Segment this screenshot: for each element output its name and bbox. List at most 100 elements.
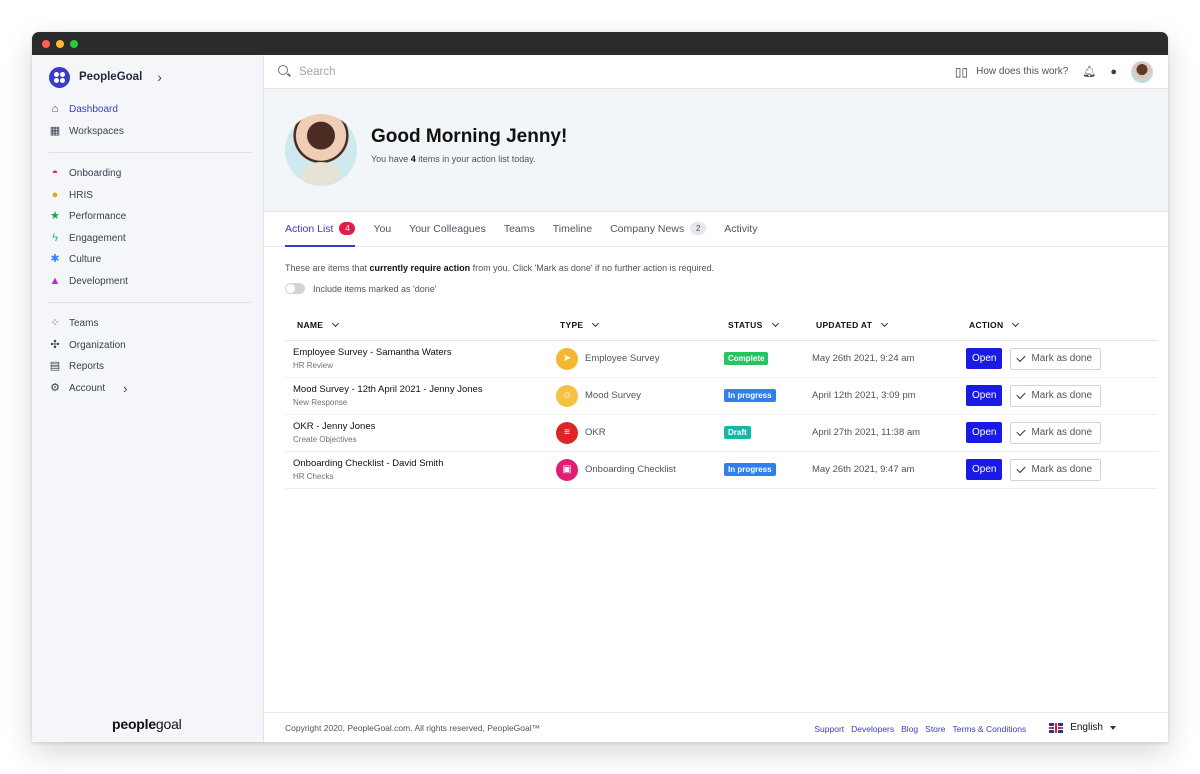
sidebar-item-label: Workspaces (69, 125, 124, 137)
mark-as-done-button[interactable]: Mark as done (1010, 421, 1102, 444)
mark-as-done-button[interactable]: Mark as done (1010, 347, 1102, 370)
open-button[interactable]: Open (966, 422, 1003, 443)
lightbulb-icon[interactable]: ● (1110, 66, 1117, 78)
open-button[interactable]: Open (966, 385, 1003, 406)
mark-as-done-button[interactable]: Mark as done (1010, 384, 1102, 407)
sidebar-item-label: Performance (69, 211, 127, 223)
chevron-down-icon (771, 319, 779, 327)
tab-timeline[interactable]: Timeline (553, 212, 592, 247)
open-button[interactable]: Open (966, 348, 1003, 369)
column-header-name[interactable]: NAME (285, 310, 550, 341)
check-icon (1016, 389, 1027, 399)
sidebar-item-hris[interactable]: ● HRIS (32, 185, 263, 207)
sidebar-item-account[interactable]: ⚙ Account › (32, 378, 263, 400)
item-title[interactable]: Employee Survey - Samantha Waters (293, 347, 550, 358)
browser-window: PeopleGoal › ⌂ Dashboard ▦ Workspaces ◓ … (32, 32, 1168, 742)
column-header-status[interactable]: STATUS (718, 310, 806, 341)
status-badge: In progress (724, 389, 776, 402)
chevron-down-icon (592, 319, 600, 327)
divider (49, 152, 251, 153)
list-icon: ≡ (556, 421, 578, 444)
status-cell: Complete (718, 340, 806, 378)
send-icon: ➤ (556, 347, 578, 370)
divider (49, 302, 251, 303)
updated-cell: May 26th 2021, 9:47 am (806, 451, 958, 489)
sidebar-item-culture[interactable]: ✱ Culture (32, 249, 263, 271)
item-title[interactable]: Mood Survey - 12th April 2021 - Jenny Jo… (293, 384, 550, 395)
action-list-table: NAME TYPE STATUS UPDATED AT ACTION Emplo… (285, 310, 1158, 489)
sidebar-item-organization[interactable]: ✣ Organization (32, 335, 263, 357)
count-badge: 2 (690, 222, 707, 235)
nav-group-admin: ⁘ Teams ✣ Organization ▤ Reports ⚙ Accou… (32, 313, 263, 399)
check-icon (1016, 352, 1027, 362)
table-row: Employee Survey - Samantha Waters HR Rev… (285, 340, 1158, 378)
footer-link-terms[interactable]: Terms & Conditions (952, 724, 1026, 734)
column-header-type[interactable]: TYPE (550, 310, 718, 341)
updated-at: May 26th 2021, 9:47 am (812, 464, 915, 475)
sidebar-item-label: Culture (69, 254, 102, 266)
include-done-toggle[interactable] (285, 283, 305, 294)
help-label: How does this work? (976, 66, 1069, 77)
sidebar-item-teams[interactable]: ⁘ Teams (32, 313, 263, 335)
brand-switcher[interactable]: PeopleGoal › (32, 55, 263, 99)
tab-teams[interactable]: Teams (504, 212, 535, 247)
updated-cell: May 26th 2021, 9:24 am (806, 340, 958, 378)
chevron-right-icon: › (123, 380, 128, 396)
footer-link-store[interactable]: Store (925, 724, 945, 734)
status-cell: Draft (718, 414, 806, 452)
tab-you[interactable]: You (373, 212, 391, 247)
sidebar-item-reports[interactable]: ▤ Reports (32, 356, 263, 378)
column-header-action[interactable]: ACTION (958, 310, 1158, 341)
count-badge: 4 (339, 222, 356, 235)
updated-cell: April 27th 2021, 11:38 am (806, 414, 958, 452)
open-button[interactable]: Open (966, 459, 1003, 480)
copyright-text: Copyright 2020, PeopleGoal.com. All righ… (285, 722, 541, 733)
mark-as-done-label: Mark as done (1031, 390, 1093, 401)
name-cell: Employee Survey - Samantha Waters HR Rev… (285, 340, 550, 378)
item-title[interactable]: OKR - Jenny Jones (293, 421, 550, 432)
sidebar-item-dashboard[interactable]: ⌂ Dashboard (32, 99, 263, 121)
type-cell: ➤ Employee Survey (550, 340, 718, 378)
tab-activity[interactable]: Activity (724, 212, 757, 247)
action-cell: Open Mark as done (958, 340, 1158, 378)
sidebar-item-performance[interactable]: ★ Performance (32, 206, 263, 228)
minimize-window-button[interactable] (56, 39, 64, 48)
sidebar-item-development[interactable]: ▲ Development (32, 271, 263, 293)
footer-link-support[interactable]: Support (814, 724, 844, 734)
close-window-button[interactable] (42, 39, 50, 48)
name-cell: OKR - Jenny Jones Create Objectives (285, 414, 550, 452)
action-list-panel: These are items that currently require a… (264, 247, 1168, 489)
name-cell: Mood Survey - 12th April 2021 - Jenny Jo… (285, 377, 550, 415)
sidebar-item-engagement[interactable]: ϟ Engagement (32, 228, 263, 250)
mark-as-done-label: Mark as done (1031, 427, 1093, 438)
table-row: Onboarding Checklist - David Smith HR Ch… (285, 451, 1158, 489)
asterisk-icon: ✱ (50, 253, 60, 266)
sidebar-item-workspaces[interactable]: ▦ Workspaces (32, 121, 263, 143)
sidebar-item-label: Onboarding (69, 168, 122, 180)
user-avatar[interactable] (1131, 60, 1153, 83)
search-input[interactable] (299, 65, 599, 78)
action-list-description: These are items that currently require a… (285, 263, 715, 273)
tab-bar: Action List 4 You Your Colleagues Teams T… (264, 212, 1168, 247)
search-icon (278, 65, 291, 78)
uk-flag-icon (1049, 722, 1064, 733)
footer-link-blog[interactable]: Blog (901, 724, 918, 734)
item-subtitle: Create Objectives (293, 435, 357, 444)
sidebar-item-label: Account (69, 382, 106, 394)
language-selector[interactable]: English (1049, 722, 1116, 733)
bolt-icon: ϟ (52, 231, 58, 244)
sidebar-item-onboarding[interactable]: ◓ Onboarding (32, 163, 263, 185)
tab-your-colleagues[interactable]: Your Colleagues (409, 212, 486, 247)
main-content: ▯▯ How does this work? 🔔︎ ● Good Morning… (264, 55, 1168, 742)
tab-action-list[interactable]: Action List 4 (285, 212, 356, 247)
bell-icon[interactable]: 🔔︎ (1082, 65, 1096, 78)
maximize-window-button[interactable] (70, 39, 78, 48)
tab-company-news[interactable]: Company News 2 (610, 212, 707, 247)
table-row: Mood Survey - 12th April 2021 - Jenny Jo… (285, 377, 1158, 415)
item-title[interactable]: Onboarding Checklist - David Smith (293, 458, 550, 469)
how-does-this-work-link[interactable]: ▯▯ How does this work? (955, 65, 1068, 79)
footer-link-developers[interactable]: Developers (851, 724, 894, 734)
mark-as-done-button[interactable]: Mark as done (1010, 458, 1102, 481)
column-header-updated-at[interactable]: UPDATED AT (806, 310, 958, 341)
check-icon (1016, 463, 1027, 473)
